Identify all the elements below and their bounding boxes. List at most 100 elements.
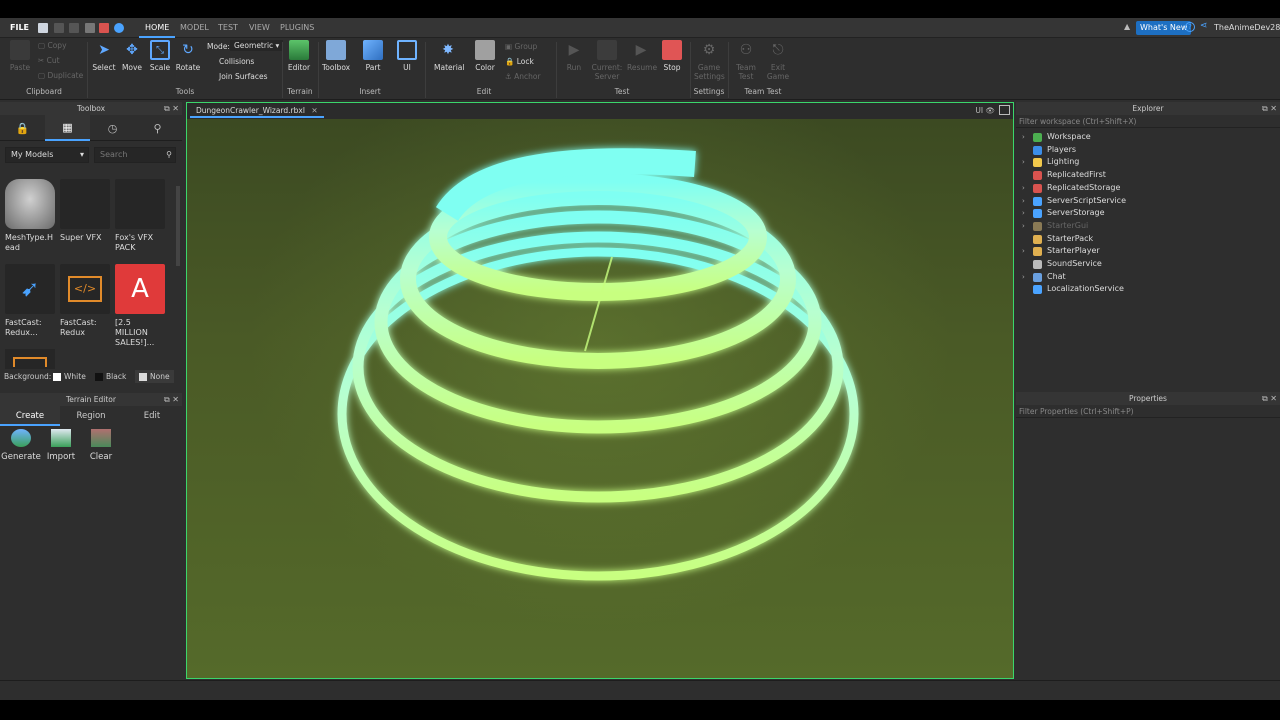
tab-create[interactable]: Create bbox=[0, 406, 60, 426]
ui-visibility-toggle[interactable]: UI 👁 bbox=[975, 106, 995, 115]
bg-black-option[interactable]: Black bbox=[95, 372, 126, 381]
panel-window-buttons[interactable]: ⧉ ✕ bbox=[1262, 102, 1277, 115]
import-button[interactable]: Import bbox=[41, 429, 81, 462]
collisions-toggle[interactable]: Collisions bbox=[219, 57, 254, 66]
category-dropdown[interactable]: My Models ▾ bbox=[5, 147, 89, 163]
asset-tile[interactable]: Super VFX bbox=[60, 179, 110, 243]
color-button[interactable]: Color bbox=[471, 40, 499, 72]
panel-window-buttons[interactable]: ⧉ ✕ bbox=[164, 393, 179, 406]
expand-arrow-icon[interactable]: › bbox=[1022, 182, 1025, 194]
duplicate-button[interactable]: ▢ Duplicate bbox=[38, 71, 83, 80]
tab-edit[interactable]: Edit bbox=[122, 406, 182, 426]
asset-tile[interactable]: A [2.5 MILLION SALES!]... bbox=[115, 264, 165, 348]
new-file-icon[interactable] bbox=[38, 23, 48, 33]
whats-new-button[interactable]: What's New bbox=[1136, 21, 1192, 35]
save-icon[interactable] bbox=[85, 23, 95, 33]
expand-arrow-icon[interactable]: › bbox=[1022, 156, 1025, 168]
stop-button[interactable]: Stop bbox=[658, 40, 686, 72]
ui-button[interactable]: UI bbox=[393, 40, 421, 72]
explorer-item[interactable]: › Chat bbox=[1016, 271, 1280, 283]
bg-white-option[interactable]: White bbox=[53, 372, 86, 381]
close-icon[interactable]: ✕ bbox=[311, 106, 317, 115]
toolbox-scrollbar[interactable] bbox=[176, 186, 180, 266]
expand-arrow-icon[interactable]: › bbox=[1022, 195, 1025, 207]
panel-window-buttons[interactable]: ⧉ ✕ bbox=[164, 102, 179, 115]
explorer-item[interactable]: › Workspace bbox=[1016, 131, 1280, 143]
terrain-editor-button[interactable]: Editor bbox=[285, 40, 313, 72]
clear-button[interactable]: Clear bbox=[81, 429, 121, 462]
redo-icon[interactable] bbox=[69, 23, 79, 33]
copy-button[interactable]: ▢ Copy bbox=[38, 41, 67, 50]
expand-arrow-icon[interactable]: › bbox=[1022, 271, 1025, 283]
bg-none-option[interactable]: None bbox=[135, 370, 174, 383]
share-icon[interactable]: ⋖ bbox=[1200, 21, 1208, 31]
explorer-item[interactable]: › StarterPlayer bbox=[1016, 245, 1280, 257]
panel-window-buttons[interactable]: ⧉ ✕ bbox=[1262, 392, 1277, 405]
asset-tile-partial[interactable] bbox=[5, 349, 55, 369]
tab-model[interactable]: MODEL bbox=[174, 18, 215, 38]
resume-button[interactable]: ▶ Resume bbox=[627, 40, 657, 72]
explorer-item[interactable]: StarterPack bbox=[1016, 233, 1280, 245]
select-tool-button[interactable]: ➤ Select bbox=[90, 40, 118, 72]
collapse-ribbon-icon[interactable]: ▲ bbox=[1124, 22, 1130, 31]
creations-tab-icon[interactable]: ⚲ bbox=[135, 115, 180, 141]
asset-tile[interactable]: Fox's VFX PACK bbox=[115, 179, 165, 253]
file-menu[interactable]: FILE bbox=[4, 18, 35, 38]
document-tab[interactable]: DungeonCrawler_Wizard.rbxl ✕ bbox=[190, 104, 324, 118]
stop-quick-icon[interactable] bbox=[99, 23, 109, 33]
rotate-tool-button[interactable]: ↻ Rotate bbox=[174, 40, 202, 72]
cut-button[interactable]: ✂ Cut bbox=[38, 56, 60, 65]
toolbox-button[interactable]: Toolbox bbox=[322, 40, 350, 72]
tab-region[interactable]: Region bbox=[61, 406, 121, 426]
explorer-item[interactable]: › ServerStorage bbox=[1016, 207, 1280, 219]
help-icon[interactable]: ? bbox=[1185, 22, 1195, 32]
paste-button[interactable]: Paste bbox=[6, 40, 34, 72]
asset-tile[interactable]: </> FastCast: Redux bbox=[60, 264, 110, 338]
publish-icon[interactable] bbox=[114, 23, 124, 33]
explorer-item[interactable]: › ServerScriptService bbox=[1016, 195, 1280, 207]
anchor-button[interactable]: ⚓ Anchor bbox=[505, 72, 541, 81]
user-name[interactable]: TheAnimeDev28 bbox=[1214, 18, 1280, 38]
current-server-button[interactable]: Current: Server bbox=[590, 40, 624, 81]
viewport[interactable]: DungeonCrawler_Wizard.rbxl ✕ UI 👁 bbox=[186, 102, 1014, 679]
material-button[interactable]: ✸ Material bbox=[434, 40, 464, 72]
expand-arrow-icon[interactable]: › bbox=[1022, 207, 1025, 219]
properties-filter-input[interactable]: Filter Properties (Ctrl+Shift+P) bbox=[1016, 405, 1280, 418]
toolbox-search-input[interactable]: Search ⚲ bbox=[94, 147, 176, 163]
explorer-item[interactable]: › Lighting bbox=[1016, 156, 1280, 168]
move-tool-button[interactable]: ✥ Move bbox=[118, 40, 146, 72]
run-button[interactable]: ▶ Run bbox=[560, 40, 588, 72]
part-button[interactable]: Part bbox=[359, 40, 387, 72]
inventory-tab-icon[interactable]: ▦ bbox=[45, 115, 90, 141]
asset-tile[interactable]: ➹ FastCast: Redux... bbox=[5, 264, 55, 338]
explorer-filter-input[interactable]: Filter workspace (Ctrl+Shift+X) bbox=[1016, 115, 1280, 128]
undo-icon[interactable] bbox=[54, 23, 64, 33]
tab-plugins[interactable]: PLUGINS bbox=[274, 18, 320, 38]
mode-dropdown[interactable]: Geometric ▾ bbox=[230, 40, 284, 51]
team-test-button[interactable]: ⚇ Team Test bbox=[732, 40, 760, 81]
exit-game-button[interactable]: ⎋ Exit Game bbox=[764, 40, 792, 81]
explorer-item[interactable]: Players bbox=[1016, 144, 1280, 156]
explorer-item[interactable]: ReplicatedFirst bbox=[1016, 169, 1280, 181]
scale-tool-button[interactable]: ⤡ Scale bbox=[146, 40, 174, 72]
explorer-item[interactable]: SoundService bbox=[1016, 258, 1280, 270]
tab-test[interactable]: TEST bbox=[212, 18, 244, 38]
join-surfaces-toggle[interactable]: Join Surfaces bbox=[219, 72, 268, 81]
explorer-item[interactable]: › StarterGui bbox=[1016, 220, 1280, 232]
group-button[interactable]: ▣ Group bbox=[505, 42, 537, 51]
recent-tab-icon[interactable]: ◷ bbox=[90, 115, 135, 141]
explorer-item[interactable]: › ReplicatedStorage bbox=[1016, 182, 1280, 194]
generate-button[interactable]: Generate bbox=[1, 429, 41, 462]
lock-button[interactable]: 🔒 Lock bbox=[505, 57, 534, 66]
tab-home[interactable]: HOME bbox=[139, 18, 176, 38]
expand-arrow-icon[interactable]: › bbox=[1022, 245, 1025, 257]
maximize-viewport-icon[interactable] bbox=[999, 105, 1010, 115]
game-settings-button[interactable]: ⚙ Game Settings bbox=[694, 40, 725, 81]
explorer-item[interactable]: LocalizationService bbox=[1016, 283, 1280, 295]
3d-scene[interactable] bbox=[187, 119, 1013, 678]
expand-arrow-icon[interactable]: › bbox=[1022, 220, 1025, 232]
tab-view[interactable]: VIEW bbox=[243, 18, 276, 38]
marketplace-tab-icon[interactable]: 🔒 bbox=[0, 115, 45, 141]
expand-arrow-icon[interactable]: › bbox=[1022, 131, 1025, 143]
asset-tile[interactable]: MeshType.H ead bbox=[5, 179, 55, 253]
